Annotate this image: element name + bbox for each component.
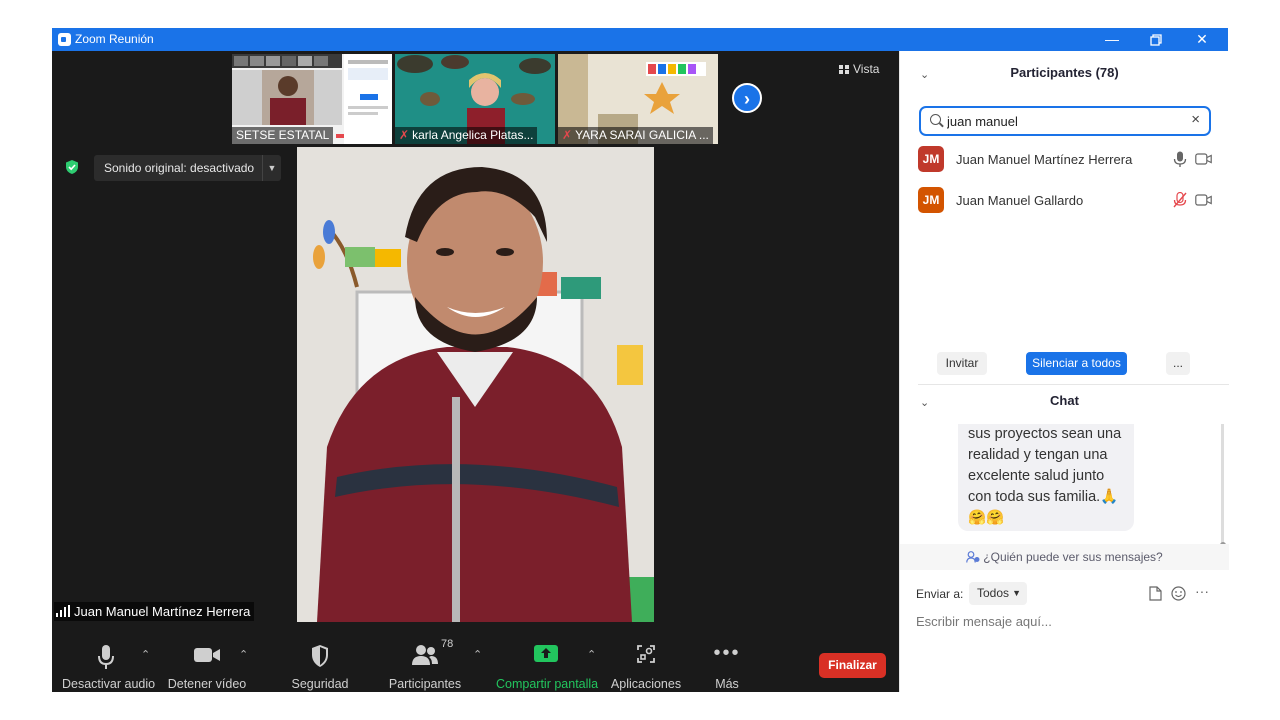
send-to-row: Enviar a: Todos ▼ ··· [916, 582, 1221, 606]
video-thumbnail[interactable]: ✗ YARA SARAI GALICIA ... [558, 54, 718, 144]
participant-row[interactable]: JM Juan Manuel Martínez Herrera [918, 146, 1218, 174]
meeting-toolbar: Desactivar audio ⌃ Detener vídeo ⌃ Segur… [52, 628, 899, 692]
video-camera-icon[interactable] [1195, 194, 1212, 206]
more-options-button[interactable]: ... [1166, 352, 1190, 375]
clear-search-icon[interactable]: × [1191, 111, 1200, 128]
view-button[interactable]: Vista [839, 62, 879, 76]
zoom-window: Zoom Reunión — ✕ SETSE ESTATAL ✗ karla A… [52, 28, 1229, 692]
chat-title: Chat [1050, 393, 1079, 408]
chat-scrollbar[interactable] [1220, 424, 1226, 548]
grid-view-icon [839, 65, 849, 74]
encryption-shield-icon [66, 160, 78, 174]
participants-options-chevron-icon[interactable]: ⌃ [473, 648, 482, 661]
mute-all-button[interactable]: Silenciar a todos [1026, 352, 1127, 375]
chevron-down-icon[interactable]: ▼ [262, 155, 281, 181]
audio-options-chevron-icon[interactable]: ⌃ [141, 648, 150, 661]
more-dots-icon: ••• [713, 642, 741, 664]
active-speaker-name: Juan Manuel Martínez Herrera [54, 602, 255, 621]
sound-original-button[interactable]: Sonido original: desactivado ▼ [94, 155, 281, 181]
shield-icon [288, 644, 352, 674]
participants-count: 78 [441, 638, 454, 650]
signal-strength-icon [56, 605, 70, 617]
video-thumbnail[interactable]: ✗ karla Angelica Platas... [395, 54, 555, 144]
apps-button[interactable]: Aplicaciones [610, 628, 682, 691]
title-bar: Zoom Reunión — ✕ [52, 28, 1228, 51]
minimize-button[interactable]: — [1090, 28, 1134, 51]
share-screen-icon [496, 644, 596, 674]
next-page-button[interactable]: › [732, 83, 762, 113]
participants-button[interactable]: 78 Participantes [388, 628, 462, 691]
participant-name: Juan Manuel Martínez Herrera [956, 152, 1133, 167]
stop-video-button[interactable]: Detener vídeo [166, 628, 248, 691]
mute-audio-button[interactable]: Desactivar audio [62, 628, 155, 691]
avatar: JM [918, 146, 944, 172]
video-thumbnail[interactable]: SETSE ESTATAL [232, 54, 392, 144]
active-speaker-video [297, 147, 654, 622]
video-area: SETSE ESTATAL ✗karla Angelica Platas... [52, 51, 899, 628]
side-panel: ⌄ Participantes (78) × JM Juan Manuel Ma… [899, 51, 1229, 692]
microphone-icon [62, 644, 150, 674]
end-meeting-button[interactable]: Finalizar [819, 653, 886, 678]
send-to-label: Enviar a: [916, 587, 964, 601]
who-can-see-messages-link[interactable]: ¿Quién puede ver sus mensajes? [900, 544, 1229, 570]
more-chat-options-icon[interactable]: ··· [1195, 583, 1209, 599]
invite-button[interactable]: Invitar [937, 352, 987, 375]
participant-search: × [919, 106, 1211, 136]
chat-message-input[interactable]: Escribir mensaje aquí... [916, 614, 1052, 629]
participants-icon: 78 [388, 638, 462, 674]
thumbnail-name: SETSE ESTATAL [232, 127, 334, 144]
participant-row[interactable]: JM Juan Manuel Gallardo [918, 187, 1218, 215]
share-screen-button[interactable]: Compartir pantalla [496, 628, 598, 691]
close-window-button[interactable]: ✕ [1180, 28, 1224, 51]
thumbnail-name: ✗ karla Angelica Platas... [395, 127, 538, 144]
muted-mic-icon: ✗ [399, 128, 410, 142]
restore-icon [1150, 34, 1162, 46]
panel-divider [918, 384, 1229, 385]
video-camera-icon[interactable] [1195, 153, 1212, 165]
zoom-logo-icon [58, 33, 71, 46]
apps-icon [610, 644, 682, 674]
security-button[interactable]: Seguridad [288, 628, 352, 691]
speaker-video-frame [297, 147, 654, 622]
people-icon [966, 546, 980, 563]
window-title: Zoom Reunión [75, 32, 154, 46]
video-options-chevron-icon[interactable]: ⌃ [239, 648, 248, 661]
search-icon [930, 114, 941, 125]
avatar: JM [918, 187, 944, 213]
restore-button[interactable] [1134, 28, 1178, 51]
participants-title: Participantes (78) [1010, 65, 1119, 80]
video-camera-icon [166, 644, 248, 674]
muted-mic-icon: ✗ [562, 128, 573, 142]
participant-name: Juan Manuel Gallardo [956, 193, 1084, 208]
send-to-dropdown[interactable]: Todos ▼ [969, 582, 1027, 605]
file-icon[interactable] [1149, 586, 1162, 601]
participant-search-input[interactable] [947, 112, 1177, 130]
share-options-chevron-icon[interactable]: ⌃ [587, 648, 596, 661]
chat-message: sus proyectos sean una realidad y tengan… [958, 424, 1134, 531]
microphone-icon[interactable] [1173, 151, 1187, 167]
emoji-icon[interactable] [1171, 586, 1186, 601]
muted-microphone-icon[interactable] [1173, 192, 1187, 208]
more-button[interactable]: ••• Más [707, 628, 747, 691]
chevron-down-icon: ▼ [1012, 588, 1021, 598]
thumbnail-name: ✗ YARA SARAI GALICIA ... [558, 127, 713, 144]
